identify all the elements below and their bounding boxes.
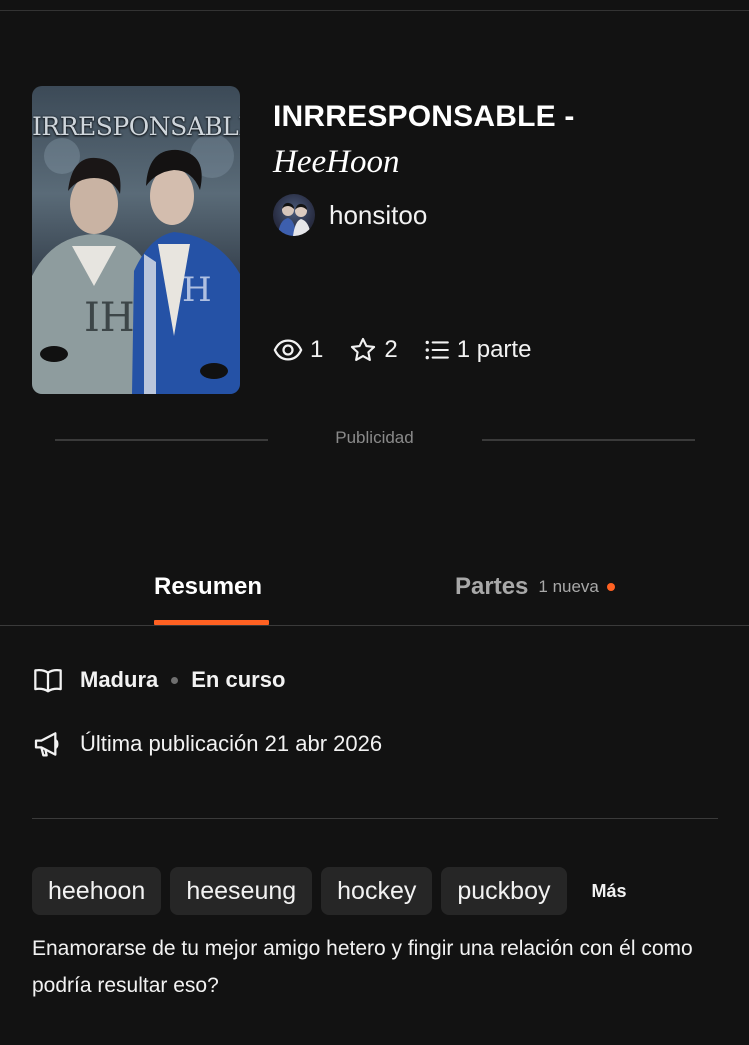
story-description: Enamorarse de tu mejor amigo hetero y fi… bbox=[32, 937, 693, 997]
tab-parts-label: Partes bbox=[455, 573, 529, 600]
cover-title-text: IRRESPONSABLE bbox=[32, 112, 240, 141]
book-icon bbox=[34, 669, 62, 693]
top-divider bbox=[0, 10, 749, 11]
maturity-rating: Madura bbox=[80, 667, 159, 692]
new-indicator-dot bbox=[606, 583, 615, 591]
parts-count: 1 parte bbox=[456, 336, 532, 363]
story-stats: 1 2 1 parte bbox=[273, 335, 557, 365]
eye-icon bbox=[273, 339, 303, 361]
tag-chip[interactable]: heeseung bbox=[170, 867, 313, 915]
ad-line-right bbox=[482, 439, 695, 441]
new-parts-badge: 1 nueva bbox=[538, 577, 599, 596]
ad-label: Publicidad bbox=[335, 428, 414, 447]
story-cover[interactable]: IH H IRRESPONSABLE bbox=[32, 86, 240, 394]
story-title-subtitle: HeeHoon bbox=[273, 144, 400, 180]
svg-text:H: H bbox=[182, 270, 212, 310]
last-published-text: Última publicación 21 abr 2026 bbox=[80, 731, 383, 756]
tag-chip[interactable]: heehoon bbox=[32, 867, 162, 915]
tag-chip[interactable]: hockey bbox=[321, 867, 433, 915]
parts-stat: 1 parte bbox=[424, 336, 532, 364]
section-divider bbox=[32, 818, 718, 819]
more-tags-button[interactable]: Más bbox=[592, 881, 627, 902]
active-tab-indicator bbox=[154, 620, 269, 625]
rating-status-row: Madura En curso bbox=[32, 664, 285, 696]
story-title: INRRESPONSABLE - bbox=[273, 100, 575, 133]
tab-summary[interactable]: Resumen bbox=[154, 573, 262, 601]
star-icon bbox=[351, 337, 376, 361]
list-icon bbox=[425, 340, 449, 360]
tab-parts[interactable]: Partes 1 nueva bbox=[455, 573, 615, 601]
story-page: IH H IRRESPONSABLE INRRESPONSABLE - HeeH… bbox=[0, 0, 749, 1045]
megaphone-icon bbox=[34, 732, 59, 757]
author-link[interactable]: honsitoo bbox=[273, 194, 427, 236]
tag-chip[interactable]: puckboy bbox=[441, 867, 567, 915]
svg-text:IH: IH bbox=[84, 295, 135, 341]
tab-bar: Resumen Partes 1 nueva bbox=[0, 565, 749, 626]
votes-stat: 2 bbox=[349, 336, 398, 364]
author-name: honsitoo bbox=[329, 199, 428, 230]
tag-list: heehoon heeseung hockey puckboy Más bbox=[32, 867, 627, 915]
reads-stat: 1 bbox=[273, 335, 323, 365]
reads-count: 1 bbox=[310, 336, 324, 363]
last-published-row: Última publicación 21 abr 2026 bbox=[32, 728, 382, 760]
separator-dot bbox=[171, 676, 179, 684]
votes-count: 2 bbox=[384, 336, 398, 363]
completion-status: En curso bbox=[191, 667, 286, 692]
avatar bbox=[273, 194, 315, 236]
